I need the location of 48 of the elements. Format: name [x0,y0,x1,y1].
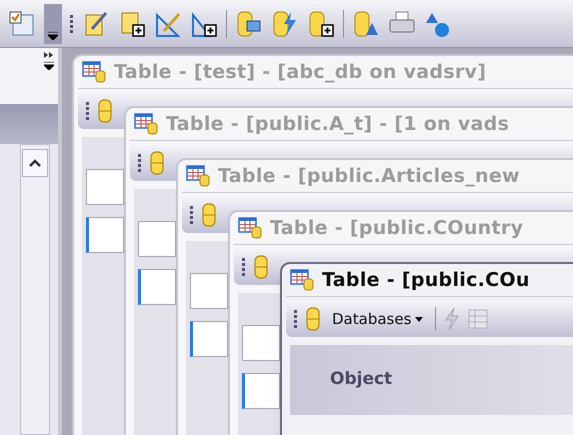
database-monitor-icon[interactable] [235,8,263,38]
database-icon [306,307,320,331]
database-icon [254,255,268,279]
window-title: Table - [public.A_t] - [1 on vads [166,112,510,137]
document-window[interactable]: Table - [public.COuntry Table - [public.COu Databases Object [228,210,573,435]
caret-icon [48,32,58,40]
table-icon [186,165,210,187]
window-title: Table - [public.COuntry [270,216,524,241]
input-field[interactable] [86,169,124,205]
table-icon [238,217,262,239]
scrollbar[interactable] [20,144,50,435]
column-header: Object [330,368,392,392]
grip-icon[interactable] [70,12,74,34]
database-lightning-icon[interactable] [271,8,299,38]
table-icon [134,113,158,135]
document-window[interactable]: Table - [test] - [abc_db on vadsrv] Table - [public.A_t] - [1 on vads Table - [public.Articles_new Table - [public.COuntry Table - [public.COu Databases Object [72,54,573,435]
database-export-icon[interactable] [352,8,380,38]
document-window[interactable]: Table - [public.A_t] - [1 on vads Table - [public.Articles_new Table - [public.COuntry Table - [public.COu Databases Object [124,106,573,435]
grip-icon[interactable] [190,204,194,226]
input-field[interactable] [190,321,228,357]
grip-icon[interactable] [138,152,142,174]
grip-icon[interactable] [86,100,90,122]
input-field[interactable] [242,325,280,361]
document-window[interactable]: Table - [public.Articles_new Table - [public.COuntry Table - [public.COu Databases Object [176,158,573,435]
double-arrow-icon[interactable] [44,52,54,58]
table-icon [290,269,314,291]
databases-dropdown[interactable]: Databases [328,308,428,330]
input-field[interactable] [242,373,280,409]
database-plus-icon[interactable] [307,8,335,38]
database-icon [150,151,164,175]
window-title: Table - [public.COu [322,268,530,293]
document-window[interactable]: Table - [public.COu Databases Object [280,262,573,435]
table-icon [82,61,106,83]
grip-icon[interactable] [242,256,246,278]
input-field[interactable] [86,217,124,253]
grip-icon[interactable] [294,308,298,330]
input-field[interactable] [138,221,176,257]
database-icon [98,99,112,123]
caret-icon[interactable] [44,62,54,70]
database-icon [202,203,216,227]
toolbar-menu-handle[interactable] [44,4,62,44]
dock-header-bar [0,104,58,144]
caret-icon [415,316,424,322]
checklist-icon[interactable] [8,8,36,38]
window-title: Table - [public.Articles_new [218,164,520,189]
input-field[interactable] [190,273,228,309]
input-field[interactable] [138,269,176,305]
window-title: Table - [test] - [abc_db on vadsrv] [114,60,486,85]
